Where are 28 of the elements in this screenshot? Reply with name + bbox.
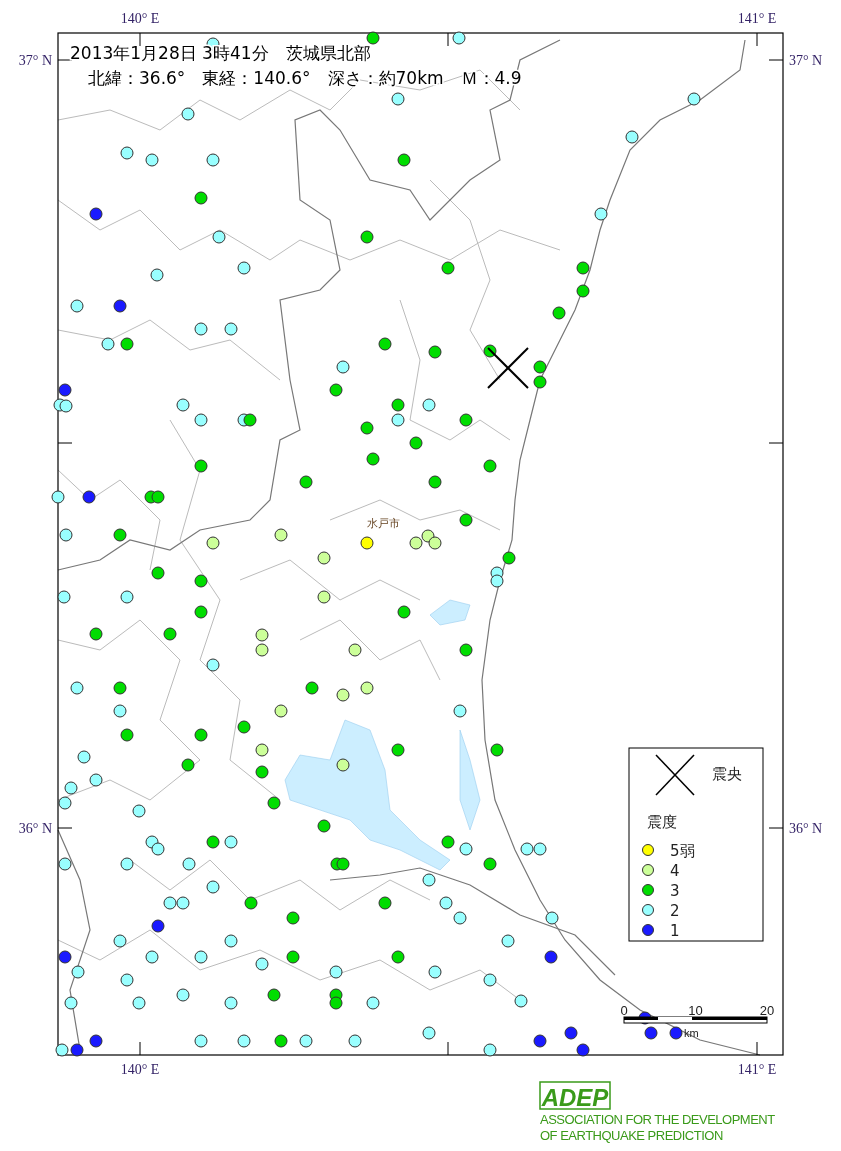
legend-label: 4 bbox=[670, 862, 680, 880]
map-title: 2013年1月28日 3時41分 茨城県北部 bbox=[70, 43, 371, 63]
legend-label: 5弱 bbox=[670, 842, 695, 860]
map-subtitle: 北緯：36.6° 東経：140.6° 深さ：約70km Ｍ：4.9 bbox=[88, 68, 522, 88]
logo-text: ASSOCIATION FOR THE DEVELOPMENT bbox=[540, 1112, 775, 1127]
legend-label: 3 bbox=[670, 882, 680, 900]
scale-tick: 10 bbox=[688, 1003, 703, 1018]
legend-title: 震度 bbox=[647, 813, 677, 831]
scale-tick: 0 bbox=[620, 1003, 628, 1018]
legend-label: 2 bbox=[670, 902, 680, 920]
legend-label: 1 bbox=[670, 922, 680, 940]
axis-label: 37° N bbox=[18, 53, 52, 68]
axis-label: 37° N bbox=[789, 53, 823, 68]
city-label: 水戸市 bbox=[366, 517, 400, 530]
axis-label: 141° E bbox=[737, 11, 777, 26]
epicenter-cross-icon bbox=[655, 754, 695, 796]
epicenter-cross bbox=[487, 347, 529, 389]
scale-unit: km bbox=[684, 1027, 699, 1039]
logo-text: OF EARTHQUAKE PREDICTION bbox=[540, 1128, 723, 1143]
axis-label: 36° N bbox=[18, 821, 52, 836]
lake bbox=[429, 599, 471, 626]
logo-mark: ADEP bbox=[539, 1081, 611, 1111]
legend-label: 震央 bbox=[712, 765, 742, 783]
axis-label: 36° N bbox=[789, 821, 823, 836]
axis-label: 141° E bbox=[737, 1062, 777, 1077]
scale-tick: 20 bbox=[759, 1003, 775, 1018]
axis-label: 140° E bbox=[120, 1062, 160, 1077]
axis-label: 140° E bbox=[120, 11, 160, 26]
